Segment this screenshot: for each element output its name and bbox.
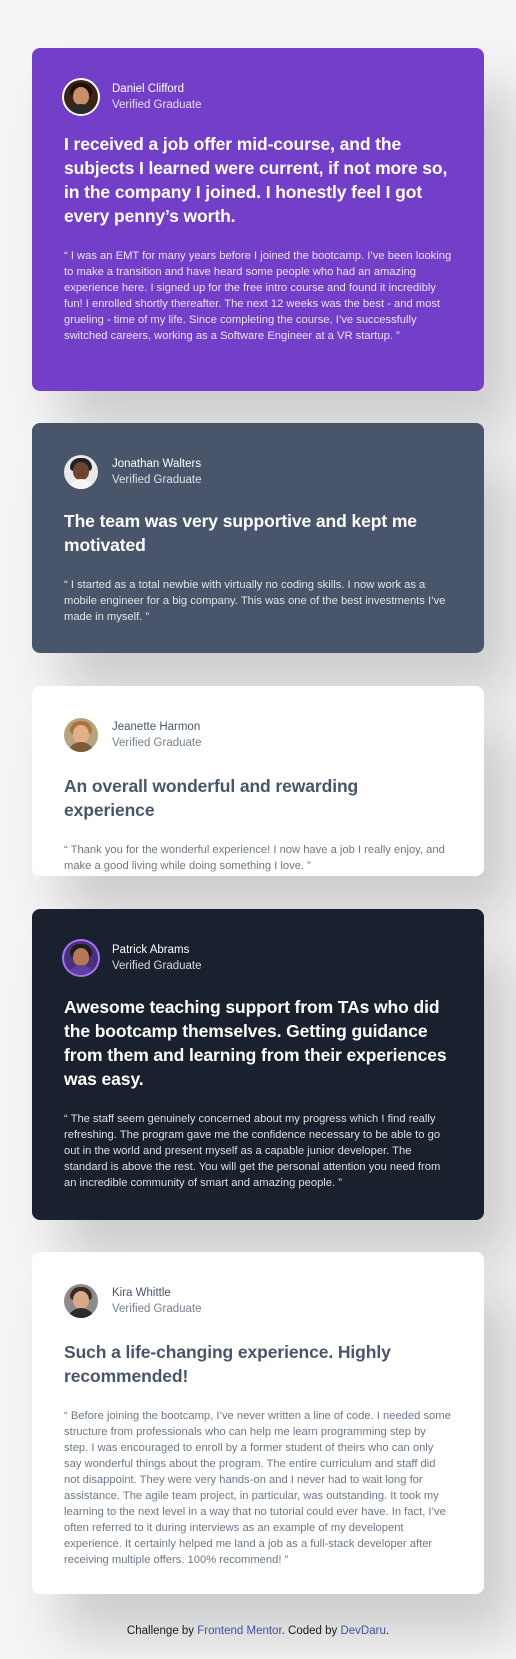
testimonial-quote: “ The staff seem genuinely concerned abo… <box>64 1113 441 1189</box>
author-info: Daniel Clifford Verified Graduate <box>112 82 202 113</box>
testimonial-card-kira: Kira Whittle Verified Graduate Such a li… <box>32 1252 484 1594</box>
card-header: Daniel Clifford Verified Graduate <box>64 80 452 114</box>
author-role: Verified Graduate <box>112 473 202 486</box>
card-header: Jeanette Harmon Verified Graduate <box>64 718 452 752</box>
attribution: Challenge by Frontend Mentor. Coded by D… <box>0 1625 516 1637</box>
testimonial-quote: “ I started as a total newbie with virtu… <box>64 579 446 623</box>
author-name: Jonathan Walters <box>112 457 202 470</box>
testimonial-card-patrick: Patrick Abrams Verified Graduate Awesome… <box>32 909 484 1220</box>
author-link[interactable]: DevDaru <box>340 1625 385 1637</box>
attribution-middle: . Coded by <box>281 1625 338 1637</box>
testimonial-card-jonathan: Jonathan Walters Verified Graduate The t… <box>32 423 484 653</box>
author-name: Patrick Abrams <box>112 943 190 956</box>
testimonial-quote: “ Before joining the bootcamp, I’ve neve… <box>64 1410 451 1566</box>
testimonial-headline: An overall wonderful and rewarding exper… <box>64 776 359 820</box>
avatar <box>64 80 98 114</box>
testimonial-headline: The team was very supportive and kept me… <box>64 511 417 555</box>
testimonial-quote: “ Thank you for the wonderful experience… <box>64 844 445 872</box>
testimonial-headline: Such a life-changing experience. Highly … <box>64 1342 391 1386</box>
author-info: Jonathan Walters Verified Graduate <box>112 457 202 488</box>
author-name: Daniel Clifford <box>112 82 185 95</box>
card-header: Kira Whittle Verified Graduate <box>64 1284 452 1318</box>
frontend-mentor-link[interactable]: Frontend Mentor <box>197 1625 281 1637</box>
avatar <box>64 1284 98 1318</box>
author-role: Verified Graduate <box>112 959 202 972</box>
author-info: Patrick Abrams Verified Graduate <box>112 943 202 974</box>
testimonial-quote: “ I was an EMT for many years before I j… <box>64 250 452 342</box>
author-role: Verified Graduate <box>112 98 202 111</box>
testimonial-card-daniel: Daniel Clifford Verified Graduate I rece… <box>32 48 484 391</box>
author-name: Jeanette Harmon <box>112 720 201 733</box>
card-header: Jonathan Walters Verified Graduate <box>64 455 452 489</box>
author-role: Verified Graduate <box>112 1302 202 1315</box>
card-header: Patrick Abrams Verified Graduate <box>64 941 452 975</box>
author-name: Kira Whittle <box>112 1286 171 1299</box>
attribution-prefix: Challenge by <box>126 1625 195 1637</box>
avatar <box>64 455 98 489</box>
author-info: Kira Whittle Verified Graduate <box>112 1286 202 1317</box>
author-role: Verified Graduate <box>112 736 202 749</box>
author-info: Jeanette Harmon Verified Graduate <box>112 720 202 751</box>
testimonial-card-jeanette: Jeanette Harmon Verified Graduate An ove… <box>32 686 484 876</box>
testimonial-headline: I received a job offer mid-course, and t… <box>64 134 448 226</box>
attribution-suffix: . <box>385 1625 390 1637</box>
testimonial-headline: Awesome teaching support from TAs who di… <box>64 997 447 1089</box>
avatar <box>64 941 98 975</box>
avatar <box>64 718 98 752</box>
